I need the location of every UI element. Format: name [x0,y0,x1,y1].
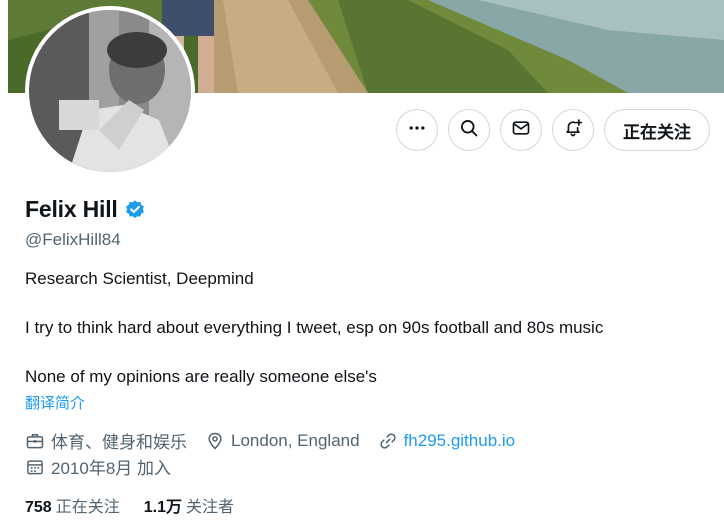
link-icon [378,431,398,451]
mail-icon [511,118,531,143]
location-item: London, England [205,431,360,451]
followers-label: 关注者 [185,499,234,516]
translate-bio-link[interactable]: 翻译简介 [25,392,85,413]
bio: Research Scientist, Deepmind I try to th… [25,267,705,388]
message-button[interactable] [500,109,542,151]
display-name: Felix Hill [25,196,118,222]
search-button[interactable] [448,109,490,151]
verified-badge-icon[interactable] [124,199,146,221]
following-label: 正在关注 [55,499,120,516]
notify-button[interactable] [552,109,594,151]
more-icon [407,118,427,143]
following-stat[interactable]: 758 正在关注 [25,493,120,517]
avatar[interactable] [25,6,195,176]
follow-stats: 758 正在关注 1.1万 关注者 [25,493,234,517]
following-button[interactable]: 正在关注 [604,109,710,151]
more-button[interactable] [396,109,438,151]
bio-line: Research Scientist, Deepmind [25,269,254,288]
followers-count: 1.1万 [143,499,182,516]
handle: @FelixHill84 [25,230,121,249]
website-link[interactable]: fh295.github.io [404,431,516,451]
location-text: London, England [231,430,360,450]
bio-line: I try to think hard about everything I t… [25,318,604,337]
category-item: 体育、健身和娱乐 [25,428,187,453]
name-row: Felix Hill [25,196,146,223]
search-icon [459,118,479,143]
category-text: 体育、健身和娱乐 [51,433,187,452]
bell-plus-icon [563,118,583,143]
profile-actions: 正在关注 [396,109,710,151]
joined-item: 2010年8月 加入 [25,454,171,479]
location-pin-icon [205,431,225,451]
following-count: 758 [25,499,52,516]
bio-line: None of my opinions are really someone e… [25,367,377,386]
briefcase-icon [25,431,45,451]
avatar-photo [29,10,191,172]
followers-stat[interactable]: 1.1万 关注者 [144,493,234,517]
profile-meta: 体育、健身和娱乐 London, England fh295.github.io [25,428,515,453]
joined-text: 2010年8月 加入 [51,459,171,478]
website-item: fh295.github.io [378,431,516,451]
calendar-icon [25,457,45,477]
